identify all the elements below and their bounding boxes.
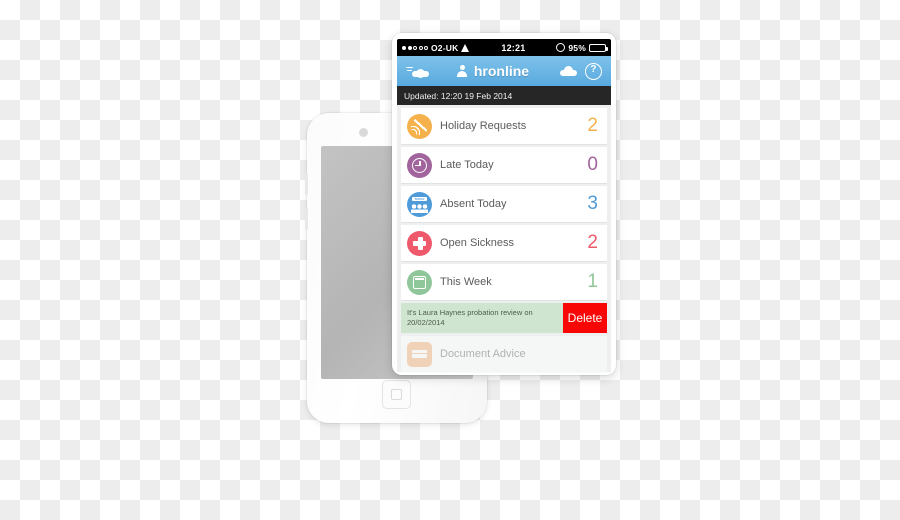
document-icon: [407, 341, 432, 367]
screenshot-card: O2-UK 12:21 95% hronline ? Updated: 12:2…: [392, 33, 616, 375]
list-item-label: Absent Today: [440, 198, 507, 210]
notification-text: It's Laura Haynes probation review on 20…: [401, 303, 563, 333]
delete-button[interactable]: Delete: [563, 303, 607, 333]
volume-button: [305, 173, 308, 195]
status-bar-time: 12:21: [501, 42, 526, 53]
front-camera-icon: [359, 128, 368, 137]
header-actions: ?: [559, 62, 602, 80]
battery-percent-label: 95%: [568, 42, 586, 53]
status-bar-right: 95%: [556, 42, 608, 53]
medical-cross-icon: [407, 230, 432, 256]
list-item-count: 2: [587, 232, 598, 253]
carrier-name: O2-UK: [431, 42, 459, 53]
list-item-holiday-requests[interactable]: Holiday Requests 2: [401, 108, 607, 144]
ios-status-bar: O2-UK 12:21 95%: [397, 39, 611, 56]
list-item-label: Late Today: [440, 159, 494, 171]
people-today-icon: TODAY: [407, 191, 432, 217]
list-item-label: This Week: [440, 276, 492, 288]
dashboard-list: Holiday Requests 2 Late Today 0 TODAY Ab…: [397, 105, 611, 372]
list-item-count: 0: [587, 154, 598, 175]
wifi-icon: [461, 43, 470, 52]
updated-timestamp-bar: Updated: 12:20 19 Feb 2014: [397, 86, 611, 105]
notification-row[interactable]: It's Laura Haynes probation review on 20…: [401, 303, 607, 333]
help-circle-icon[interactable]: ?: [584, 62, 602, 80]
person-icon: [456, 64, 469, 78]
clock-icon: [407, 152, 432, 178]
cloud-icon[interactable]: [559, 66, 577, 76]
app-screenshot: O2-UK 12:21 95% hronline ? Updated: 12:2…: [397, 39, 611, 375]
battery-icon: [589, 43, 608, 52]
app-title: hronline: [473, 63, 530, 79]
alarm-icon: [556, 43, 566, 52]
calendar-icon: [407, 269, 432, 295]
app-title-group: hronline: [456, 63, 529, 79]
list-item-absent-today[interactable]: TODAY Absent Today 3: [401, 186, 607, 222]
beach-ball-icon: [407, 113, 432, 139]
list-item-late-today[interactable]: Late Today 0: [401, 147, 607, 183]
list-item-this-week[interactable]: This Week 1: [401, 264, 607, 300]
volume-button-down: [305, 208, 308, 230]
home-button[interactable]: [382, 380, 411, 409]
list-item-count: 3: [587, 193, 598, 214]
list-item-document-advice[interactable]: Document Advice: [401, 336, 607, 372]
list-item-label: Document Advice: [440, 348, 526, 360]
app-header-bar: hronline ?: [397, 56, 611, 86]
cloud-sync-icon[interactable]: [406, 66, 429, 78]
list-item-open-sickness[interactable]: Open Sickness 2: [401, 225, 607, 261]
list-item-count: 2: [587, 115, 598, 136]
signal-strength-icon: [402, 45, 428, 50]
list-item-label: Holiday Requests: [440, 120, 527, 132]
status-bar-left: O2-UK: [402, 43, 470, 53]
list-item-label: Open Sickness: [440, 237, 514, 249]
list-item-count: 1: [587, 271, 598, 292]
